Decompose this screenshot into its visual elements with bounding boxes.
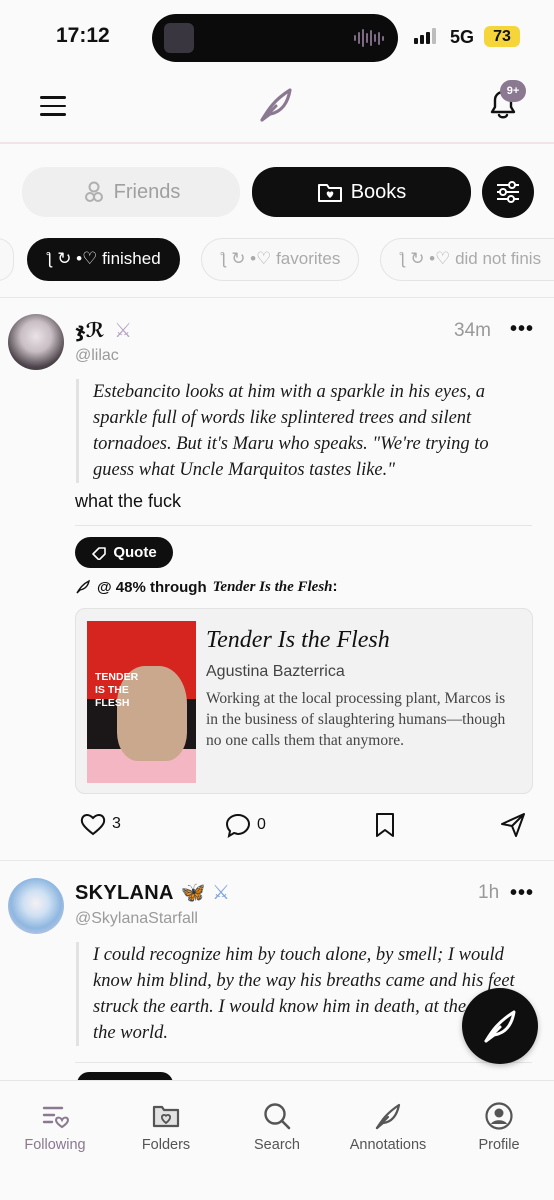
butterfly-icon: 🦋 (180, 882, 207, 904)
reading-progress: @ 48% through Tender Is the Flesh: (75, 578, 338, 596)
quill-logo-icon[interactable] (256, 84, 296, 124)
post-handle[interactable]: @lilac (75, 347, 119, 365)
tab-search[interactable]: Search (222, 1101, 332, 1153)
username-text: ჯℛ (75, 320, 105, 342)
notification-badge: 9+ (500, 80, 526, 102)
now-playing-artwork (164, 23, 194, 53)
search-icon (264, 1103, 291, 1130)
battery-indicator: 73 (484, 26, 520, 47)
folder-heart-icon (152, 1105, 180, 1128)
tab-profile-label: Profile (478, 1137, 520, 1153)
comment-button[interactable]: 0 (225, 812, 266, 838)
avatar[interactable] (8, 314, 64, 370)
tab-books-label: Books (350, 180, 407, 203)
quote-button[interactable]: Quote (75, 537, 173, 568)
post-username[interactable]: ჯℛ ⚔ (75, 318, 132, 343)
cover-title: TENDER IS THE FLESH (95, 671, 139, 709)
tab-following[interactable]: Following (0, 1101, 110, 1153)
tab-books[interactable]: Books (252, 167, 471, 217)
share-button[interactable] (500, 812, 526, 838)
friends-icon (84, 181, 103, 202)
tab-profile[interactable]: Profile (444, 1101, 554, 1153)
username-text: SKYLANA (75, 882, 174, 904)
quote-button-label: Quote (113, 544, 157, 561)
book-author: Agustina Bazterrica (206, 663, 345, 680)
shelf-chip-row: ƪ ↻ •♡ finished ƪ ↻ •♡ favorites ƪ ↻ •♡ … (0, 238, 554, 282)
quill-icon (484, 1010, 516, 1043)
like-button[interactable]: 3 (80, 812, 121, 836)
send-icon (501, 813, 525, 837)
like-count: 3 (112, 815, 121, 832)
tab-folders[interactable]: Folders (111, 1101, 221, 1153)
chip-favorites[interactable]: ƪ ↻ •♡ favorites (201, 238, 360, 281)
status-time: 17:12 (56, 24, 110, 47)
book-title: Tender Is the Flesh (206, 627, 390, 653)
bookmark-button[interactable] (374, 812, 396, 838)
tab-annotations[interactable]: Annotations (333, 1101, 443, 1153)
post-handle[interactable]: @SkylanaStarfall (75, 910, 198, 928)
crossed-swords-icon: ⚔ (114, 320, 133, 342)
more-options-icon[interactable]: ••• (510, 882, 534, 905)
progress-text: @ 48% through (97, 578, 207, 596)
dynamic-island[interactable] (152, 14, 398, 62)
divider (75, 525, 532, 526)
post-comment: what the fuck (75, 491, 182, 511)
divider (0, 860, 554, 861)
tab-friends-label: Friends (113, 180, 181, 203)
post-actions: 3 0 (0, 812, 554, 842)
chip-did-not-finish[interactable]: ƪ ↻ •♡ did not finis (380, 238, 554, 281)
network-type: 5G (450, 27, 475, 47)
quill-icon (76, 579, 90, 594)
signal-icon (414, 28, 436, 44)
divider (75, 1062, 532, 1063)
chip-previous[interactable] (0, 238, 14, 281)
following-list-icon (42, 1106, 69, 1129)
book-card[interactable]: TENDER IS THE FLESH Tender Is the Flesh … (75, 608, 533, 794)
quill-icon (375, 1103, 401, 1130)
progress-suffix: : (332, 578, 338, 595)
book-description: Working at the local processing plant, M… (206, 690, 506, 749)
tab-following-label: Following (24, 1137, 86, 1153)
tab-friends[interactable]: Friends (22, 167, 240, 217)
post-timestamp: 1h (478, 882, 500, 903)
tab-search-label: Search (254, 1137, 300, 1153)
post-timestamp: 34m (454, 320, 491, 341)
post-quote: I could recognize him by touch alone, by… (76, 942, 526, 1046)
comment-count: 0 (257, 816, 266, 833)
status-bar: 17:12 5G 73 (0, 0, 554, 76)
audio-wave-icon (354, 28, 384, 48)
menu-icon[interactable] (40, 96, 66, 116)
post-username[interactable]: SKYLANA 🦋 ⚔ (75, 880, 230, 905)
bookmark-icon (376, 813, 394, 837)
tab-folders-label: Folders (141, 1137, 191, 1153)
chip-finished[interactable]: ƪ ↻ •♡ finished (27, 238, 180, 281)
tab-annotations-label: Annotations (349, 1137, 427, 1153)
crossed-swords-icon: ⚔ (211, 882, 231, 904)
tag-icon (92, 546, 107, 560)
avatar[interactable] (8, 878, 64, 934)
compose-button[interactable] (462, 988, 538, 1064)
book-cover[interactable]: TENDER IS THE FLESH (87, 621, 196, 783)
sliders-icon (497, 181, 519, 203)
folder-heart-icon (317, 184, 342, 202)
progress-book-title[interactable]: Tender Is the Flesh (213, 579, 333, 595)
bottom-tab-bar: Following Folders Search Annotations Pro… (0, 1080, 554, 1200)
post-quote: Estebancito looks at him with a sparkle … (76, 379, 526, 483)
profile-icon (485, 1102, 513, 1130)
comment-icon (225, 813, 251, 838)
heart-icon (80, 814, 106, 836)
top-bar (0, 76, 554, 144)
more-options-icon[interactable]: ••• (510, 318, 534, 341)
divider (0, 297, 554, 298)
filter-button[interactable] (482, 166, 534, 218)
